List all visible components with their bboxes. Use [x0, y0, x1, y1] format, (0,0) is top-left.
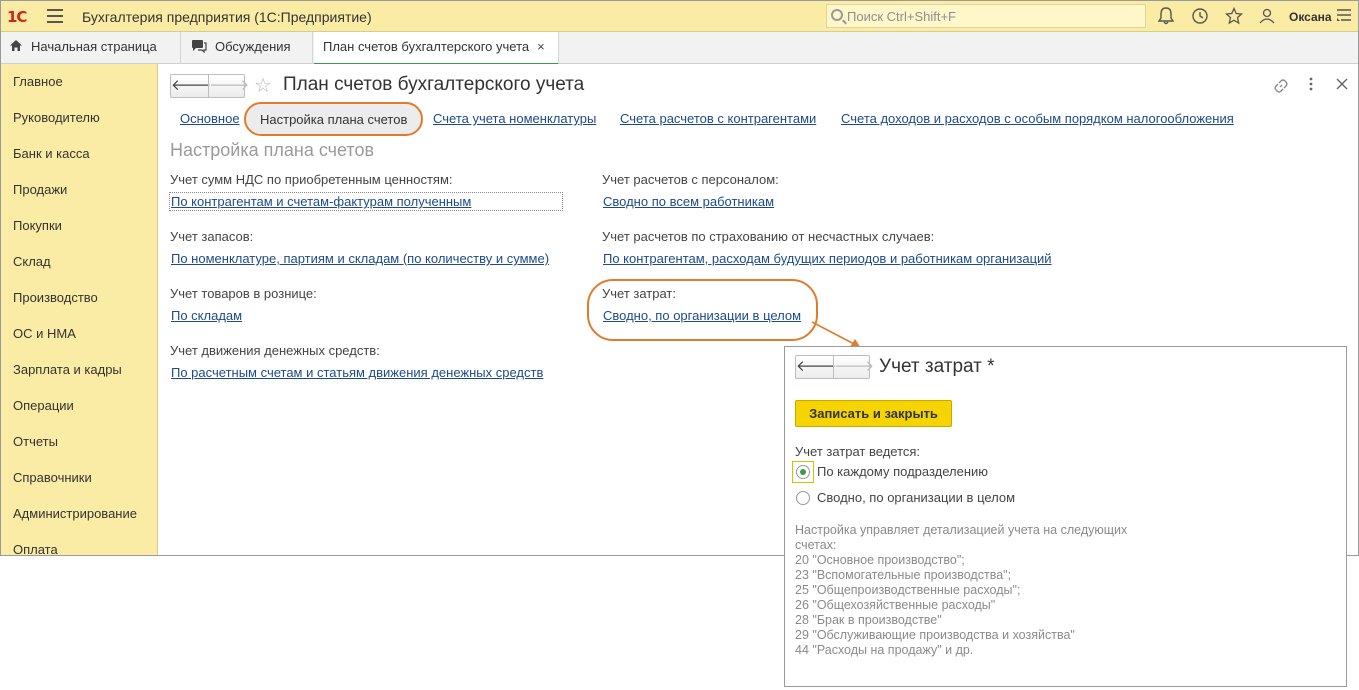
- dialog-hint: Настройка управляет детализацией учета н…: [795, 523, 1175, 658]
- radio-consolidated[interactable]: [796, 491, 810, 505]
- cost-group-label: Учет затрат ведется:: [795, 444, 921, 459]
- dialog-back-button[interactable]: 🡐: [796, 356, 836, 378]
- hint-line: 28 "Брак в производстве": [795, 613, 942, 627]
- dialog-forward-button[interactable]: 🡒: [833, 356, 874, 378]
- hint-line: 20 "Основное производство";: [795, 553, 965, 567]
- radio-by-department[interactable]: [796, 465, 810, 479]
- option-by-department-label[interactable]: По каждому подразделению: [817, 464, 988, 479]
- option-consolidated-label[interactable]: Сводно, по организации в целом: [817, 490, 1015, 505]
- dialog-title: Учет затрат *: [879, 356, 995, 377]
- hint-line: 29 "Обслуживающие производства и хозяйст…: [795, 628, 1075, 642]
- hint-line: 23 "Вспомогательные производства";: [795, 568, 1012, 582]
- cost-accounting-dialog: 🡐 🡒 Учет затрат * Записать и закрыть Уче…: [784, 346, 1347, 687]
- hint-line: Настройка управляет детализацией учета н…: [795, 523, 1128, 537]
- hint-line: 26 "Общехозяйственные расходы": [795, 598, 996, 612]
- hint-line: 44 "Расходы на продажу" и др.: [795, 643, 974, 657]
- save-and-close-button[interactable]: Записать и закрыть: [795, 400, 952, 427]
- dialog-history-nav: 🡐 🡒: [795, 355, 874, 379]
- hint-line: счетах:: [795, 538, 837, 552]
- hint-line: 25 "Общепроизводственные расходы";: [795, 583, 1021, 597]
